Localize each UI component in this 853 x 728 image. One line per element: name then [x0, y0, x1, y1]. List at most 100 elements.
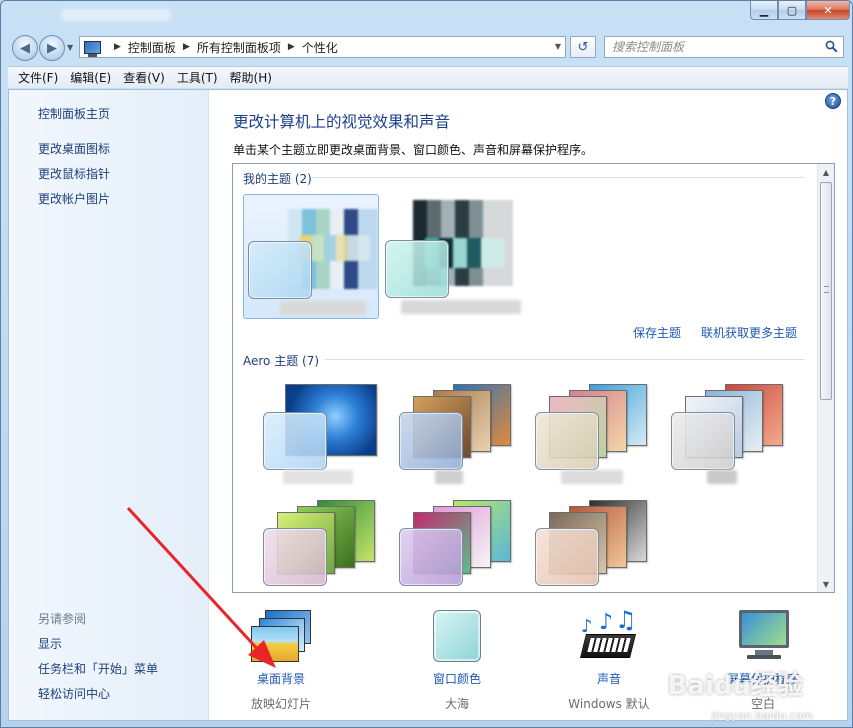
search-input[interactable] [612, 40, 812, 54]
theme-name-blurred [707, 470, 737, 484]
tool-label[interactable]: 桌面背景 [221, 670, 341, 687]
tool-desktop-background[interactable]: 桌面背景 放映幻灯片 [221, 610, 341, 712]
scrollbar-thumb[interactable] [820, 182, 832, 400]
theme-name-blurred [283, 470, 353, 484]
refresh-button[interactable]: ↺ [570, 36, 596, 58]
page-description: 单击某个主题立即更改桌面背景、窗口颜色、声音和屏幕保护程序。 [233, 143, 594, 157]
recent-pages-dropdown[interactable]: ▼ [67, 43, 73, 52]
sidebar-link-desktop-icons[interactable]: 更改桌面图标 [38, 140, 110, 157]
theme-thumbnail-stack [399, 500, 511, 590]
theme-thumbnail-stack [263, 384, 377, 474]
tool-window-color[interactable]: 窗口颜色 大海 [397, 610, 517, 712]
theme-name-blurred [561, 470, 623, 484]
theme-name-blurred [280, 301, 366, 315]
theme-list-scrollbar[interactable]: ▲ ▼ [817, 164, 834, 592]
baidu-watermark-logo: Baidu经验 [667, 671, 803, 701]
theme-aero-china[interactable] [515, 490, 647, 592]
menu-view[interactable]: 查看(V) [117, 69, 171, 86]
sidebar-link-display[interactable]: 显示 [38, 635, 62, 652]
tool-label[interactable]: 声音 [549, 670, 669, 687]
theme-aero-windows7[interactable] [243, 374, 377, 484]
tool-current-value: Windows 默认 [568, 697, 650, 711]
tool-label[interactable]: 窗口颜色 [397, 670, 517, 687]
address-bar[interactable]: ▶ 控制面板 ▶ 所有控制面板项 ▶ 个性化 ▼ [79, 36, 566, 58]
navigation-bar: ◀ ▶ ▼ ▶ 控制面板 ▶ 所有控制面板项 ▶ 个性化 ▼ ↺ [1, 31, 852, 63]
get-more-themes-online-link[interactable]: 联机获取更多主题 [701, 324, 797, 341]
screensaver-monitor-icon [733, 610, 793, 662]
group-divider [313, 177, 805, 178]
title-text-blurred [61, 9, 171, 21]
aero-themes-heading: Aero 主题 (7) [243, 354, 320, 368]
breadcrumb-separator-icon[interactable]: ▶ [114, 42, 121, 52]
window-color-glass [535, 528, 599, 586]
breadcrumb-separator-icon[interactable]: ▶ [288, 42, 295, 52]
breadcrumb-control-panel[interactable]: 控制面板 [128, 39, 176, 56]
forward-arrow-icon: ▶ [47, 40, 57, 56]
theme-thumbnail-stack [535, 384, 647, 474]
breadcrumb-personalization[interactable]: 个性化 [302, 39, 338, 56]
theme-my-2[interactable] [379, 194, 521, 319]
baidu-watermark-url: jingyan.baidu.com [711, 709, 813, 722]
chevron-down-icon[interactable]: ▼ [555, 42, 561, 51]
scroll-down-arrow-icon[interactable]: ▼ [818, 576, 834, 592]
back-arrow-icon: ◀ [20, 40, 30, 56]
sidebar-link-mouse-pointers[interactable]: 更改鼠标指针 [38, 165, 110, 182]
content-area: 控制面板主页 更改桌面图标 更改鼠标指针 更改帐户图片 另请参阅 显示 任务栏和… [8, 89, 848, 721]
title-bar[interactable]: ▁ ▢ ✕ [1, 1, 852, 29]
window-color-glass [248, 241, 312, 299]
minimize-button[interactable]: ▁ [750, 1, 778, 20]
menu-edit[interactable]: 编辑(E) [64, 69, 117, 86]
sidebar-link-taskbar-start-menu[interactable]: 任务栏和「开始」菜单 [38, 660, 158, 677]
theme-aero-architecture[interactable] [379, 374, 511, 484]
sidebar-link-ease-of-access[interactable]: 轻松访问中心 [38, 685, 110, 702]
back-button[interactable]: ◀ [12, 35, 38, 61]
window-color-glass [399, 528, 463, 586]
window-color-glass [263, 412, 327, 470]
theme-my-1-selected[interactable] [243, 194, 379, 319]
menu-tools[interactable]: 工具(T) [171, 69, 224, 86]
forward-button[interactable]: ▶ [39, 35, 65, 61]
sidebar-link-control-panel-home[interactable]: 控制面板主页 [38, 105, 110, 122]
menu-file[interactable]: 文件(F) [12, 69, 64, 86]
theme-aero-scenes[interactable] [379, 490, 511, 592]
chevron-down-icon: ▼ [67, 43, 74, 52]
theme-name-blurred [401, 300, 521, 314]
search-box [604, 36, 844, 58]
maximize-button[interactable]: ▢ [778, 1, 806, 20]
theme-aero-landscapes[interactable] [651, 374, 783, 484]
theme-thumbnail-stack [248, 205, 378, 299]
theme-list-panel[interactable]: 我的主题 (2) 保存主题 联机获取更多主题 Aero 主题 (7) ▲ ▼ [232, 163, 835, 593]
tool-sounds[interactable]: ♪ ♫ ♪ 声音 Windows 默认 [549, 606, 669, 712]
window-color-icon [427, 610, 487, 662]
menu-help[interactable]: 帮助(H) [224, 69, 278, 86]
window-color-glass [263, 528, 327, 586]
group-divider [325, 359, 805, 360]
task-sidebar: 控制面板主页 更改桌面图标 更改鼠标指针 更改帐户图片 另请参阅 显示 任务栏和… [9, 90, 209, 720]
theme-name-blurred [435, 470, 463, 484]
scroll-up-arrow-icon[interactable]: ▲ [818, 164, 834, 180]
theme-aero-nature[interactable] [243, 490, 375, 592]
theme-thumbnail-stack [399, 384, 511, 474]
tool-current-value: 放映幻灯片 [250, 697, 311, 711]
close-button[interactable]: ✕ [806, 1, 850, 20]
search-icon[interactable] [825, 40, 838, 53]
window-color-glass [671, 412, 735, 470]
see-also-caption: 另请参阅 [38, 612, 87, 626]
help-icon[interactable]: ? [825, 93, 841, 109]
window-color-glass [399, 412, 463, 470]
theme-thumbnail-stack [263, 500, 375, 590]
refresh-icon: ↺ [577, 39, 589, 55]
personalization-window: ▁ ▢ ✕ ◀ ▶ ▼ ▶ 控制面板 ▶ 所有控制面板项 ▶ 个性化 ▼ ↺ 搜… [0, 0, 853, 728]
theme-aero-characters[interactable] [515, 374, 647, 484]
window-color-glass [385, 240, 449, 298]
breadcrumb-separator-icon[interactable]: ▶ [183, 42, 190, 52]
theme-thumbnail-stack [671, 384, 783, 474]
theme-thumbnail-stack [385, 200, 513, 298]
scrollbar-grip [824, 286, 829, 293]
breadcrumb-all-items[interactable]: 所有控制面板项 [197, 39, 281, 56]
caption-buttons: ▁ ▢ ✕ [750, 1, 850, 20]
sidebar-link-account-picture[interactable]: 更改帐户图片 [38, 190, 110, 207]
save-theme-link[interactable]: 保存主题 [633, 324, 681, 341]
window-color-glass [535, 412, 599, 470]
tool-current-value: 大海 [444, 697, 469, 711]
